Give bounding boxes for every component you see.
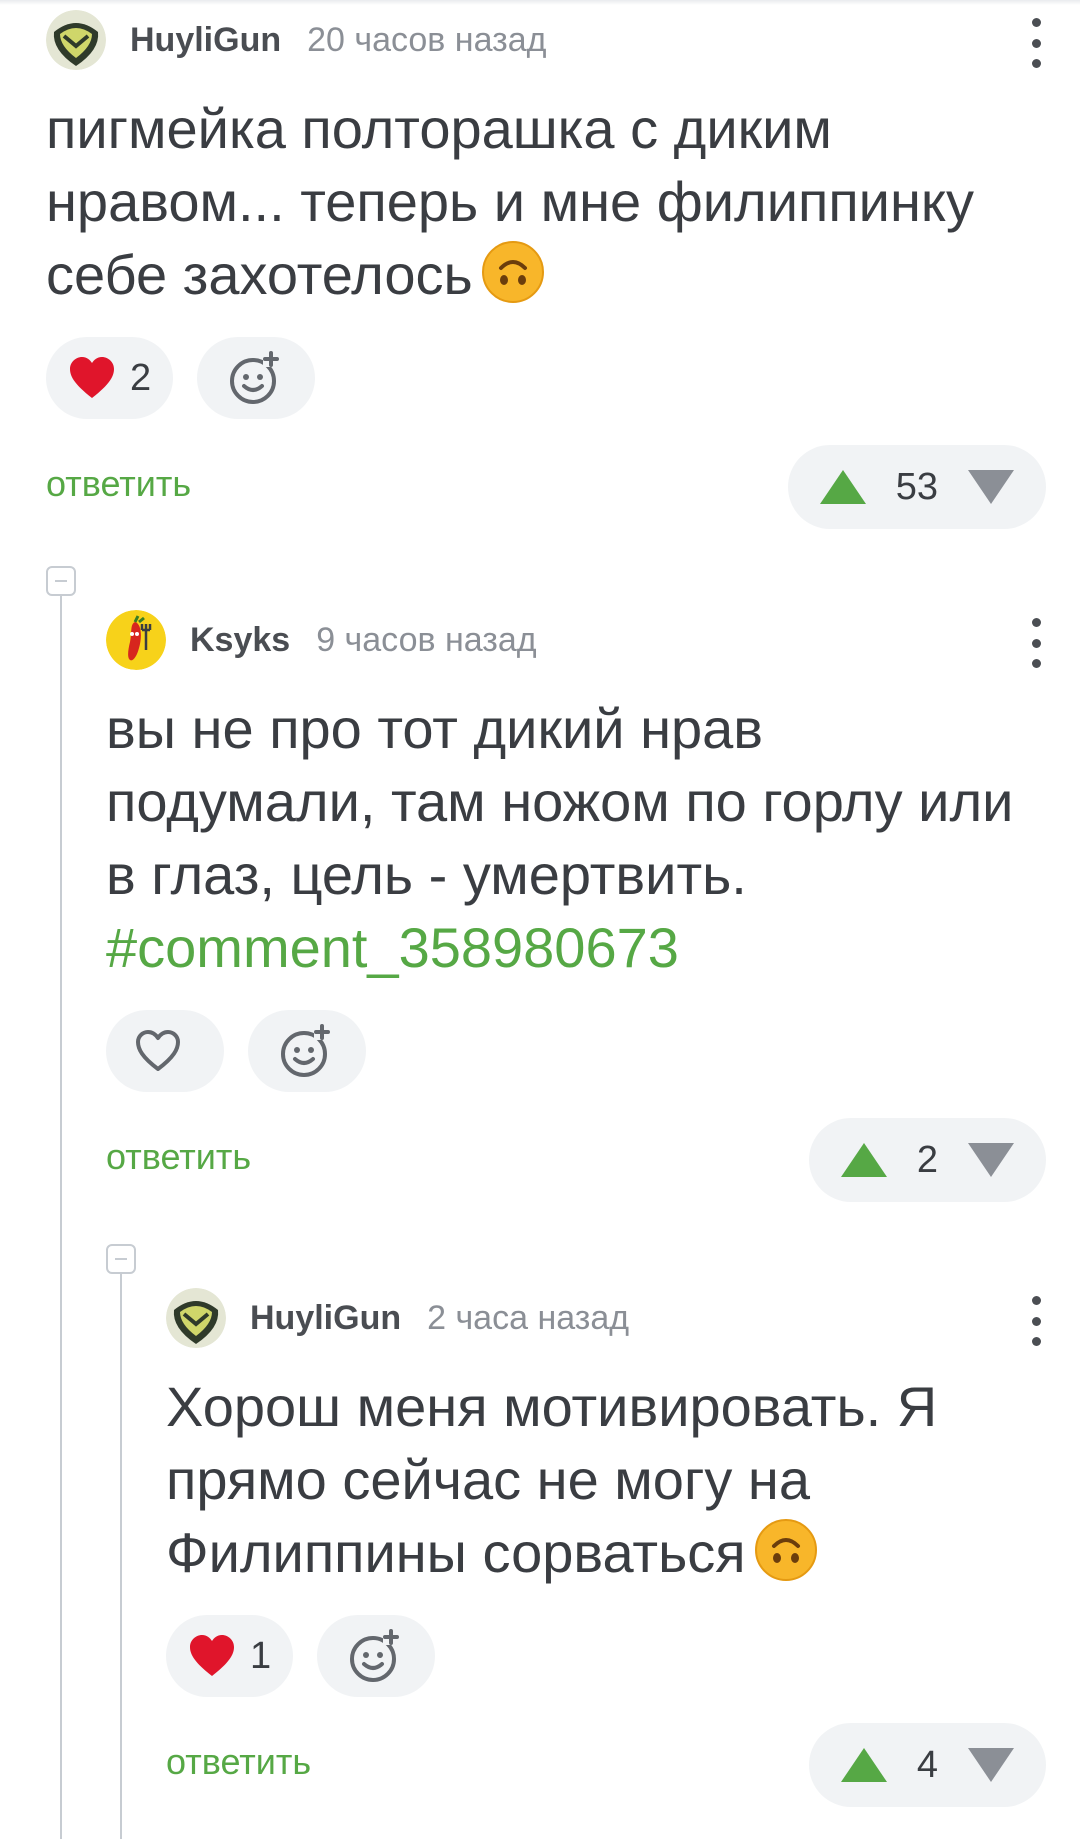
comment-actions: ответить 53: [46, 445, 1046, 529]
upside-down-face-emoji-icon: [481, 240, 545, 304]
comment-header: Ksyks 9 часов назад: [106, 600, 1046, 680]
comment-header: HuyliGun 20 часов назад: [46, 0, 1046, 80]
heart-filled-icon: [70, 357, 114, 398]
author-name[interactable]: Ksyks: [190, 621, 290, 660]
reactions-bar: 2: [46, 337, 1046, 419]
rating-score: 2: [916, 1138, 938, 1181]
comment-body: вы не про тот дикий нрав подумали, там н…: [106, 697, 1014, 906]
comment-header: HuyliGun 2 часа назад: [166, 1278, 1046, 1358]
heart-filled-icon: [190, 1635, 234, 1676]
add-emoji-icon: [350, 1629, 400, 1682]
like-count: 2: [130, 356, 152, 399]
upvote-arrow-icon[interactable]: [839, 1141, 889, 1179]
add-emoji-icon: [230, 351, 280, 404]
rating-score: 53: [895, 465, 938, 508]
rating-control: 53: [787, 445, 1046, 529]
downvote-arrow-icon[interactable]: [966, 1746, 1016, 1784]
more-menu-icon[interactable]: [1026, 618, 1046, 668]
comment-actions: ответить 2: [106, 1118, 1046, 1202]
upvote-arrow-icon[interactable]: [818, 468, 868, 506]
add-reaction-button[interactable]: [317, 1615, 436, 1697]
author-name[interactable]: HuyliGun: [130, 21, 281, 60]
comment-text: Хорош меня мотивировать. Я прямо сейчас …: [166, 1370, 1046, 1589]
like-button[interactable]: 2: [46, 337, 174, 419]
add-emoji-icon: [281, 1024, 330, 1077]
rating-score: 4: [916, 1743, 938, 1786]
upside-down-face-emoji-icon: [754, 1518, 818, 1582]
reactions-bar: 1: [166, 1615, 1046, 1697]
comment: Ksyks 9 часов назад вы не про тот дикий …: [106, 600, 1046, 1202]
comment-time: 2 часа назад: [427, 1298, 630, 1337]
rating-control: 4: [808, 1723, 1046, 1807]
reply-link[interactable]: ответить: [166, 1741, 311, 1783]
thread-line: [60, 596, 62, 1839]
downvote-arrow-icon[interactable]: [966, 468, 1016, 506]
reply-link[interactable]: ответить: [106, 1136, 251, 1178]
comment: HuyliGun 20 часов назад пигмейка полтора…: [46, 0, 1046, 529]
more-menu-icon[interactable]: [1026, 18, 1046, 68]
reply-link[interactable]: ответить: [46, 463, 191, 505]
comment-time: 9 часов назад: [316, 620, 537, 659]
collapse-thread-button[interactable]: [106, 1244, 136, 1274]
heart-outline-icon: [136, 1030, 180, 1071]
comment: HuyliGun 2 часа назад Хорош меня мотивир…: [166, 1278, 1046, 1807]
like-count: 1: [250, 1634, 272, 1677]
like-button[interactable]: 1: [166, 1615, 294, 1697]
avatar[interactable]: [166, 1288, 226, 1348]
reactions-bar: [106, 1010, 1046, 1092]
avatar[interactable]: [46, 10, 106, 70]
like-button[interactable]: [106, 1010, 224, 1092]
comment-text: пигмейка полторашка с диким нравом... те…: [46, 92, 1046, 311]
upvote-arrow-icon[interactable]: [839, 1746, 889, 1784]
comment-actions: ответить 4: [166, 1723, 1046, 1807]
more-menu-icon[interactable]: [1026, 1296, 1046, 1346]
comment-text: вы не про тот дикий нрав подумали, там н…: [106, 692, 1046, 984]
author-name[interactable]: HuyliGun: [250, 1299, 401, 1338]
collapse-thread-button[interactable]: [46, 566, 76, 596]
comment-time: 20 часов назад: [307, 20, 547, 59]
comment-body: Хорош меня мотивировать. Я прямо сейчас …: [166, 1375, 938, 1584]
add-reaction-button[interactable]: [197, 337, 316, 419]
thread-line: [120, 1274, 122, 1839]
add-reaction-button[interactable]: [248, 1010, 366, 1092]
rating-control: 2: [808, 1118, 1046, 1202]
downvote-arrow-icon[interactable]: [966, 1141, 1016, 1179]
comment-hashtag-link[interactable]: #comment_358980673: [106, 916, 679, 979]
avatar[interactable]: [106, 610, 166, 670]
